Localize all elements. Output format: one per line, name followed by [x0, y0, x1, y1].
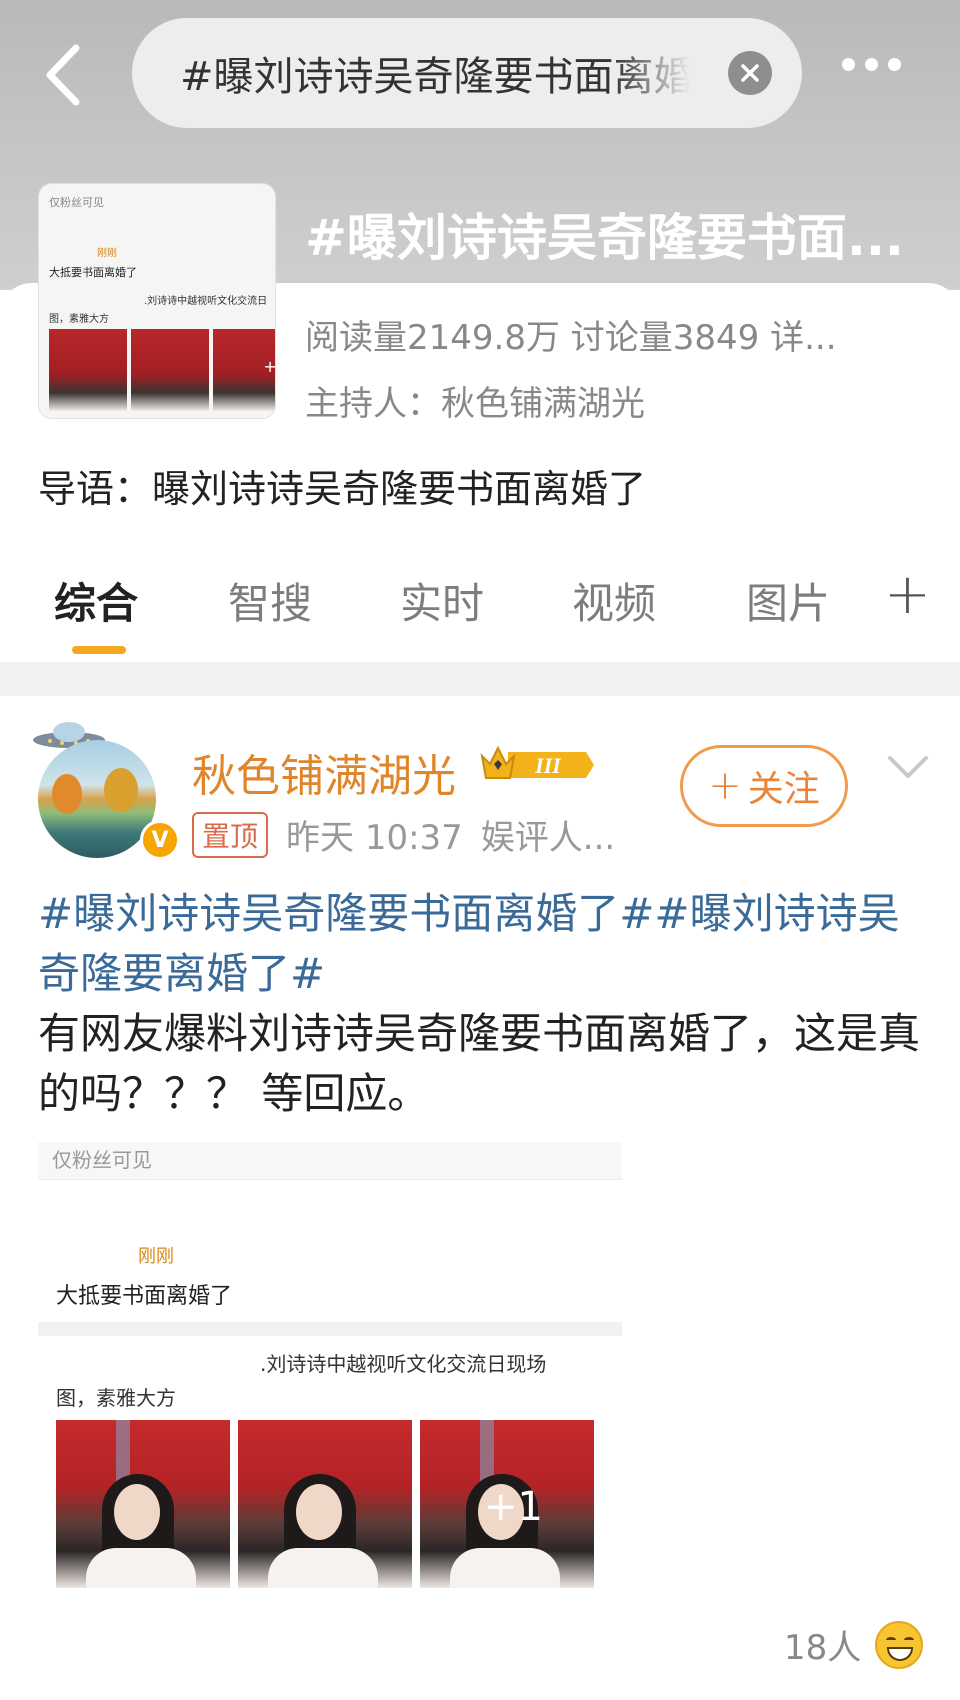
topic-thumbnail[interactable]: 仅粉丝可见 刚刚 大抵要书面离婚了 .刘诗诗中越视听文化交流日 图，素雅大方 +…: [38, 183, 276, 419]
image-top-bar: 仅粉丝可见: [38, 1142, 622, 1180]
image-photo: [56, 1420, 230, 1588]
thumbnail-text-line: .刘诗诗中越视听文化交流日: [144, 296, 268, 307]
thumbnail-photo: +1: [213, 329, 276, 411]
back-arrow-icon[interactable]: [40, 40, 90, 110]
image-text-line: 大抵要书面离婚了: [56, 1284, 233, 1309]
thumbnail-text-line: 大抵要书面离婚了: [49, 266, 137, 279]
user-avatar[interactable]: V: [30, 718, 180, 860]
post-hashtags[interactable]: #曝刘诗诗吴奇隆要书面离婚了##曝刘诗诗吴奇隆要离婚了#: [38, 889, 900, 998]
tab-smart-search[interactable]: 智搜: [228, 570, 312, 631]
tab-bar: 综合 智搜 实时 视频 图片 +: [0, 562, 960, 660]
image-time-label: 刚刚: [138, 1246, 174, 1267]
image-photo-row: +1: [56, 1420, 594, 1588]
topic-intro: 导语：曝刘诗诗吴奇隆要书面离婚了: [38, 467, 647, 511]
search-query-text[interactable]: #曝刘诗诗吴奇隆要书面离婚了#: [180, 44, 690, 102]
follow-button[interactable]: + 关注: [680, 745, 848, 827]
clear-search-button[interactable]: [728, 51, 772, 95]
tab-realtime[interactable]: 实时: [400, 570, 484, 631]
verified-badge-icon: V: [140, 820, 180, 860]
level-badge-text: III: [534, 753, 562, 778]
thumbnail-text-line: 图，素雅大方: [49, 314, 109, 325]
post-author-tag: 娱评人...: [480, 818, 616, 858]
thumbnail-photo: [131, 329, 209, 411]
follow-label: 关注: [747, 769, 820, 810]
chevron-down-icon[interactable]: [886, 752, 930, 782]
topic-title: #曝刘诗诗吴奇隆要书面...: [305, 209, 904, 267]
active-tab-indicator: [72, 646, 126, 654]
plus-icon: +: [708, 763, 742, 809]
thumbnail-more-count: +1: [263, 357, 276, 376]
thumbnail-photo: [49, 329, 127, 411]
add-tab-icon[interactable]: +: [884, 562, 931, 627]
tab-comprehensive[interactable]: 综合: [54, 570, 138, 631]
image-visibility-label: 仅粉丝可见: [52, 1148, 152, 1172]
pinned-badge: 置顶: [192, 811, 269, 858]
laughing-emoji-icon: [875, 1620, 924, 1669]
image-photo: +1: [420, 1420, 594, 1588]
image-text-line: .刘诗诗中越视听文化交流日现场: [260, 1352, 547, 1376]
image-photo: [238, 1420, 412, 1588]
image-text-line: 图，素雅大方: [56, 1386, 176, 1410]
reactions-count: 18人: [784, 1628, 862, 1668]
tab-images[interactable]: 图片: [746, 570, 830, 631]
crown-level-badge-icon: III: [480, 745, 594, 779]
post-body: 有网友爆料刘诗诗吴奇隆要书面离婚了，这是真的吗？？？ 等回应。: [38, 1009, 921, 1118]
post-username[interactable]: 秋色铺满湖光: [192, 740, 456, 804]
image-divider: [38, 1322, 622, 1336]
thumbnail-photos: +1: [49, 329, 276, 411]
reactions[interactable]: 18人: [784, 1620, 924, 1669]
more-options-icon[interactable]: [842, 58, 901, 71]
topic-host[interactable]: 主持人：秋色铺满湖光: [305, 376, 645, 425]
thumbnail-time-label: 刚刚: [97, 248, 117, 259]
image-more-count: +1: [484, 1484, 543, 1530]
post-time: 昨天 10:37: [286, 818, 463, 858]
topic-stats[interactable]: 阅读量2149.8万 讨论量3849 详...: [305, 310, 837, 359]
close-icon: [741, 64, 759, 82]
avatar-image: [38, 740, 156, 858]
post-content: #曝刘诗诗吴奇隆要书面离婚了##曝刘诗诗吴奇隆要离婚了# 有网友爆料刘诗诗吴奇隆…: [38, 884, 928, 1124]
tab-video[interactable]: 视频: [572, 570, 656, 631]
section-divider: [0, 662, 960, 696]
thumbnail-visibility-label: 仅粉丝可见: [49, 196, 104, 209]
search-bar[interactable]: #曝刘诗诗吴奇隆要书面离婚了#: [132, 18, 802, 128]
post-meta: 置顶 昨天 10:37 娱评人...: [192, 810, 615, 859]
post-image[interactable]: 仅粉丝可见 刚刚 大抵要书面离婚了 .刘诗诗中越视听文化交流日现场 图，素雅大方…: [38, 1142, 622, 1588]
